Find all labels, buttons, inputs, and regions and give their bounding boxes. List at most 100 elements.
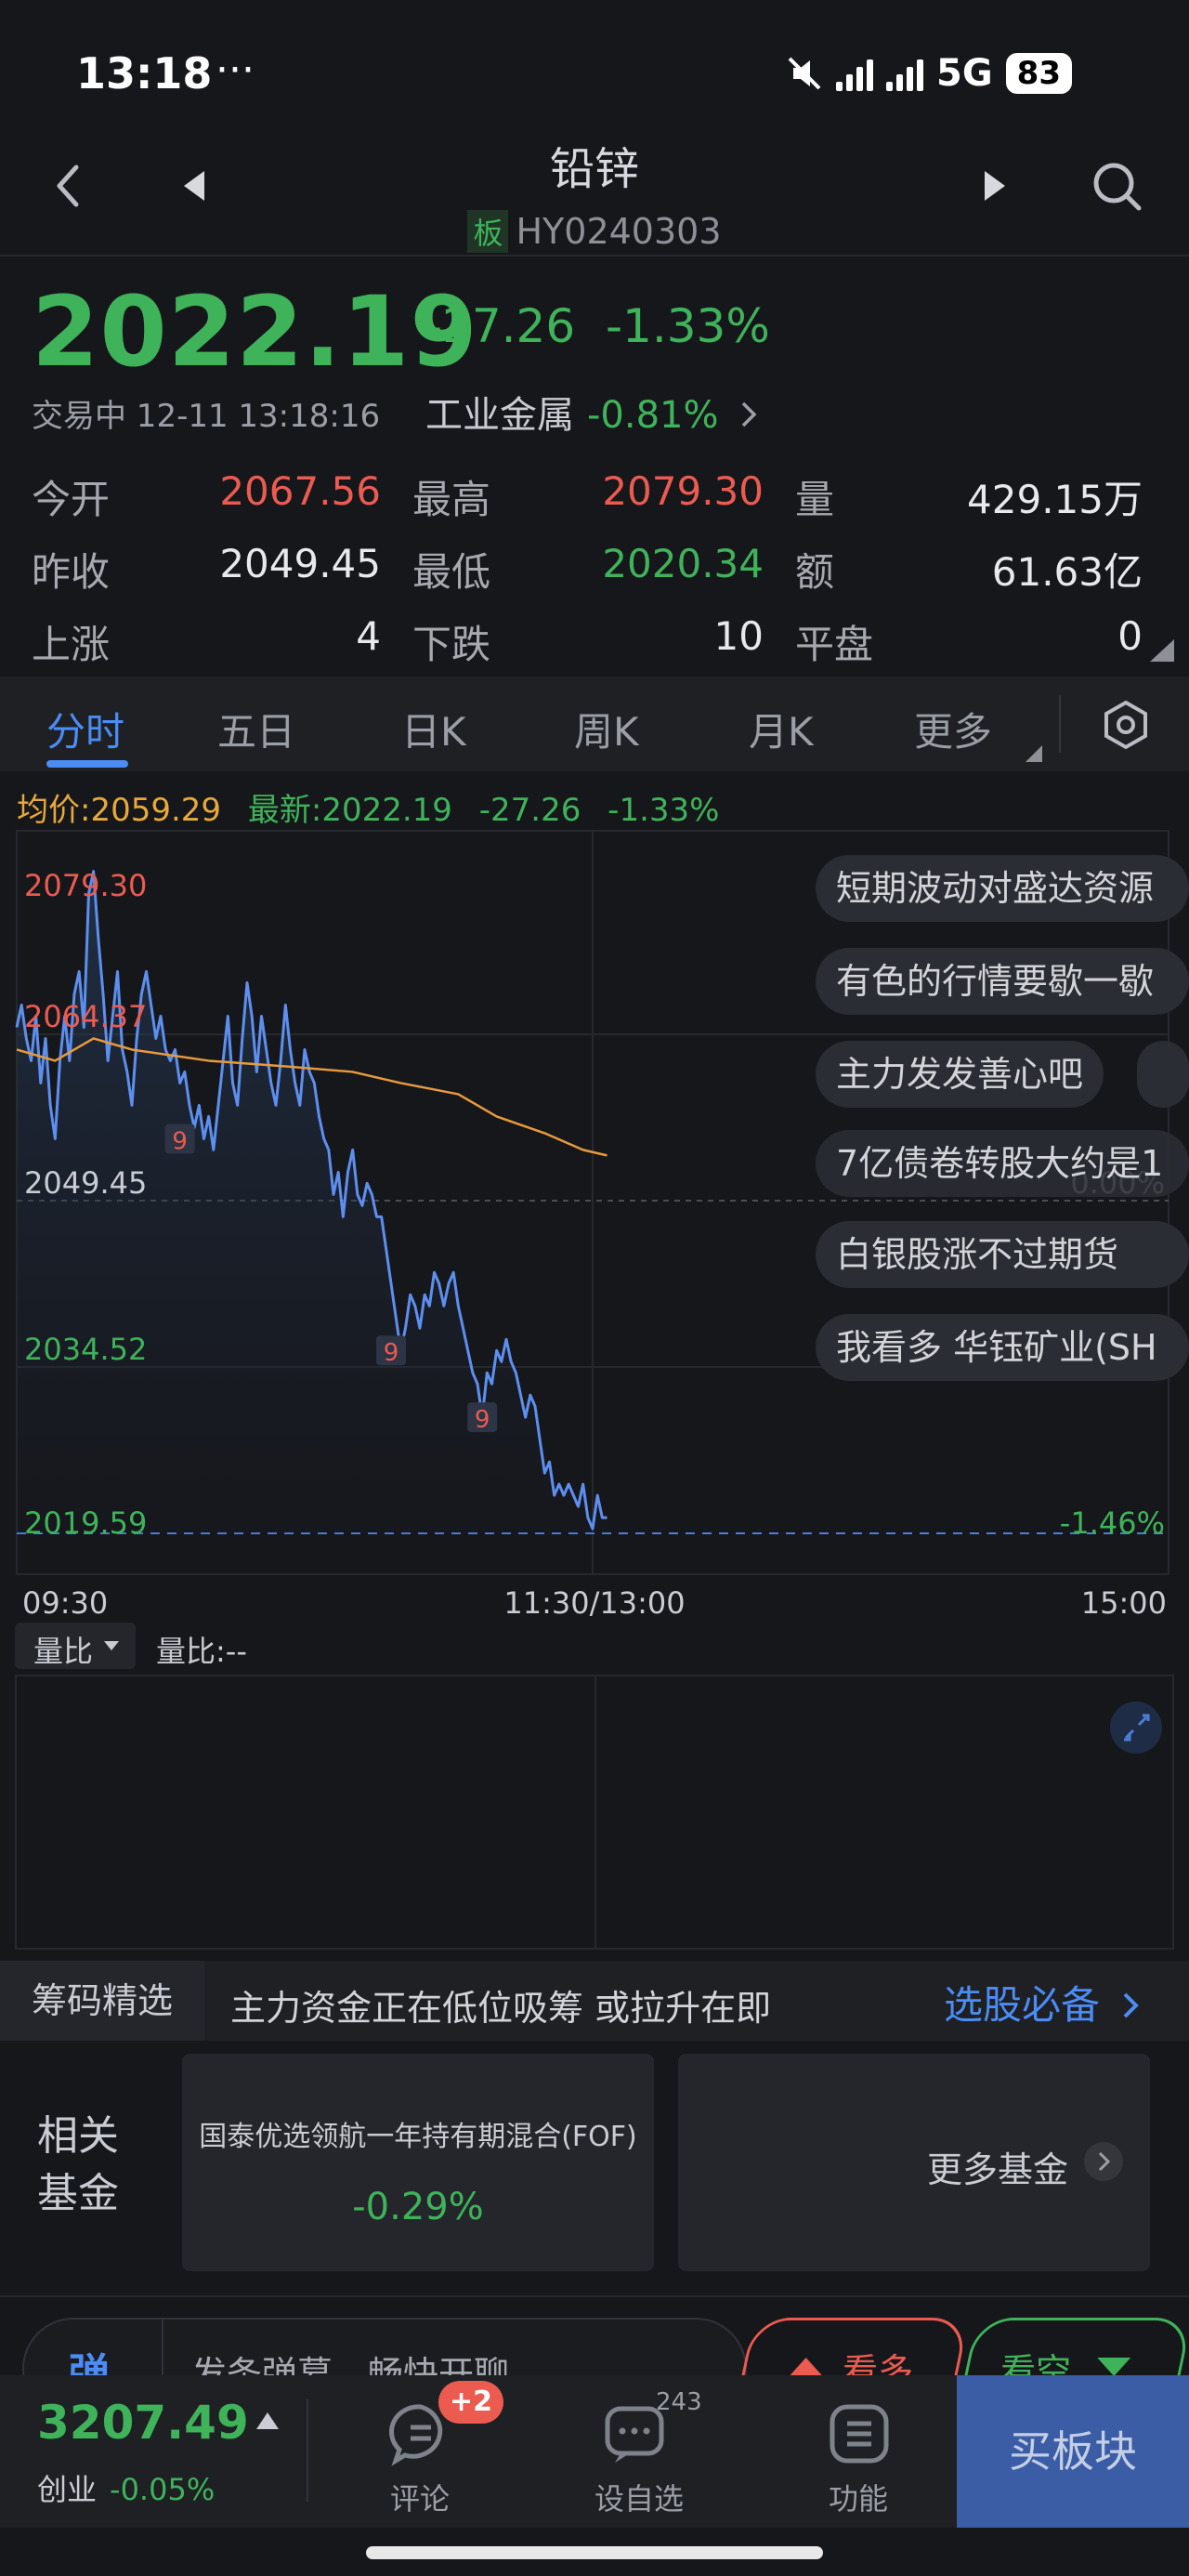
volume-midline	[594, 1676, 596, 1948]
fund-pct: -0.29%	[352, 2186, 484, 2228]
y-axis-pct-label: -1.46%	[1060, 1505, 1165, 1541]
related-funds-label-2: 基金	[37, 2170, 119, 2217]
tab-intraday[interactable]: 分时	[46, 701, 124, 757]
y-axis-label: 2064.37	[24, 999, 147, 1034]
x-axis-label: 15:00	[1081, 1585, 1167, 1621]
price-area	[17, 871, 608, 1533]
stat-label: 今开	[32, 477, 111, 522]
stat-label: 最低	[412, 549, 491, 595]
chip-link-label: 选股必备	[944, 1982, 1101, 2028]
volume-selector-label: 量比	[33, 1634, 94, 1669]
comment-row: 弹 发条弹幕，畅快开聊 看多 看空	[0, 2301, 1189, 2420]
latest-change: -27.26	[478, 792, 581, 829]
signal-marker-label: 9	[475, 1406, 490, 1434]
danmu-bubble[interactable]: 我看多 华钰矿业(SH	[816, 1314, 1189, 1381]
x-axis-label: 11:30/13:00	[503, 1585, 685, 1621]
expand-corner-icon[interactable]	[1148, 639, 1174, 662]
network-type: 5G	[936, 52, 993, 95]
related-funds-label-1: 相关	[37, 2112, 119, 2160]
volume-panel	[15, 1675, 1174, 1950]
function-menu-icon	[830, 2404, 889, 2464]
fullscreen-icon[interactable]	[1109, 1701, 1163, 1755]
tab-active-indicator	[46, 760, 128, 768]
stat-value: 61.63亿	[991, 549, 1143, 595]
tab-weekly-k[interactable]: 周K	[574, 701, 639, 757]
chevron-right-icon	[741, 401, 757, 427]
stat-label: 最高	[412, 477, 491, 522]
mute-icon	[788, 57, 821, 90]
signal-2-icon	[886, 56, 923, 91]
danmu-bubble[interactable]: 主力发发善心吧	[816, 1041, 1104, 1108]
home-indicator[interactable]	[366, 2546, 823, 2559]
board-code: HY0240303	[516, 211, 722, 252]
price-change: -27.26	[425, 299, 576, 353]
comment-tab-label: 评论	[390, 2481, 451, 2517]
last-price: 2022.19	[32, 275, 478, 388]
chevron-right-icon	[1123, 1992, 1140, 2018]
status-time: 13:18	[76, 48, 213, 99]
signal-1-icon	[836, 56, 873, 91]
next-item-icon[interactable]	[966, 158, 1022, 214]
danmu-bubble[interactable]: 7亿债卷转股大约是1	[816, 1130, 1189, 1197]
index-name: 创业	[37, 2472, 98, 2507]
chevron-right-circle-icon	[1084, 2142, 1123, 2181]
stat-label: 量	[795, 477, 835, 522]
latest-pct: -1.33%	[608, 792, 720, 829]
stat-value: 0	[1117, 613, 1143, 659]
fund-name: 国泰优选领航一年持有期混合(FOF)	[199, 2121, 637, 2153]
tab-more[interactable]: 更多	[914, 701, 992, 757]
tab-daily-k[interactable]: 日K	[401, 701, 466, 757]
sector-link[interactable]: 工业金属 -0.81%	[425, 385, 762, 439]
danmu-bubble[interactable]: 白银股涨不过期货	[816, 1221, 1189, 1288]
chip-text: 主力资金正在低位吸筹 或拉升在即	[230, 1988, 772, 2029]
section-divider	[0, 2295, 1189, 2297]
comment-tab[interactable]: +2 评论	[364, 2375, 504, 2528]
danmu-bubble-partial[interactable]	[1137, 1041, 1189, 1108]
status-icons: 5G 83	[786, 52, 1072, 95]
sector-name: 工业金属	[425, 394, 574, 437]
add-watchlist-tab[interactable]: 243 设自选	[585, 2375, 725, 2528]
header-code: 板 HY0240303	[0, 210, 1189, 253]
signal-marker-label: 9	[172, 1127, 188, 1155]
function-tab[interactable]: 功能	[817, 2375, 929, 2528]
chart-info: 均价:2059.29 最新:2022.19 -27.26 -1.33%	[17, 784, 719, 830]
volume-selector[interactable]: 量比	[15, 1623, 136, 1669]
more-dropdown-icon	[1026, 745, 1042, 762]
battery-indicator: 83	[1005, 53, 1072, 94]
signal-marker-label: 9	[384, 1339, 399, 1367]
avg-price-label: 均价:2059.29	[17, 792, 222, 829]
tab-divider	[1059, 695, 1061, 753]
price-change-pct: -1.33%	[606, 299, 770, 353]
add-watchlist-label: 设自选	[594, 2481, 685, 2517]
watch-count: 243	[656, 2388, 702, 2416]
chart-tabs: 分时 五日 日K 周K 月K 更多	[0, 677, 1189, 771]
status-dots: ···	[216, 46, 255, 94]
stat-value: 2020.34	[602, 541, 764, 586]
stat-label: 上涨	[32, 622, 111, 667]
danmu-bubble[interactable]: 短期波动对盛达资源	[816, 855, 1189, 922]
danmu-bubble[interactable]: 有色的行情要歇一歇	[816, 948, 1189, 1015]
trade-status: 交易中 12-11 13:18:16	[32, 398, 381, 435]
index-toggle-icon[interactable]	[256, 2412, 279, 2429]
more-funds-card[interactable]: 更多基金	[678, 2054, 1150, 2271]
settings-icon[interactable]	[1100, 699, 1152, 751]
more-funds-label: 更多基金	[926, 2149, 1068, 2190]
fund-card[interactable]: 国泰优选领航一年持有期混合(FOF) -0.29%	[182, 2054, 654, 2271]
header-divider	[0, 255, 1189, 256]
tab-monthly-k[interactable]: 月K	[749, 701, 814, 757]
chevron-down-icon	[104, 1641, 119, 1650]
comment-badge: +2	[438, 2381, 504, 2424]
board-tag: 板	[467, 210, 509, 253]
index-pct: -0.05%	[110, 2472, 216, 2507]
buy-sector-button[interactable]: 买板块	[957, 2375, 1189, 2528]
index-value[interactable]: 3207.49	[37, 2396, 249, 2450]
stat-label: 昨收	[32, 549, 111, 595]
search-icon[interactable]	[1089, 158, 1144, 214]
y-axis-label: 2079.30	[24, 868, 147, 903]
tab-five-day[interactable]: 五日	[217, 701, 295, 757]
related-funds-label: 相关 基金	[37, 2108, 119, 2223]
latest-price-label: 最新:2022.19	[247, 792, 452, 829]
chip-label: 筹码精选	[0, 1961, 204, 2041]
sector-pct: -0.81%	[587, 394, 719, 437]
chip-link[interactable]: 选股必备	[944, 1974, 1143, 2031]
